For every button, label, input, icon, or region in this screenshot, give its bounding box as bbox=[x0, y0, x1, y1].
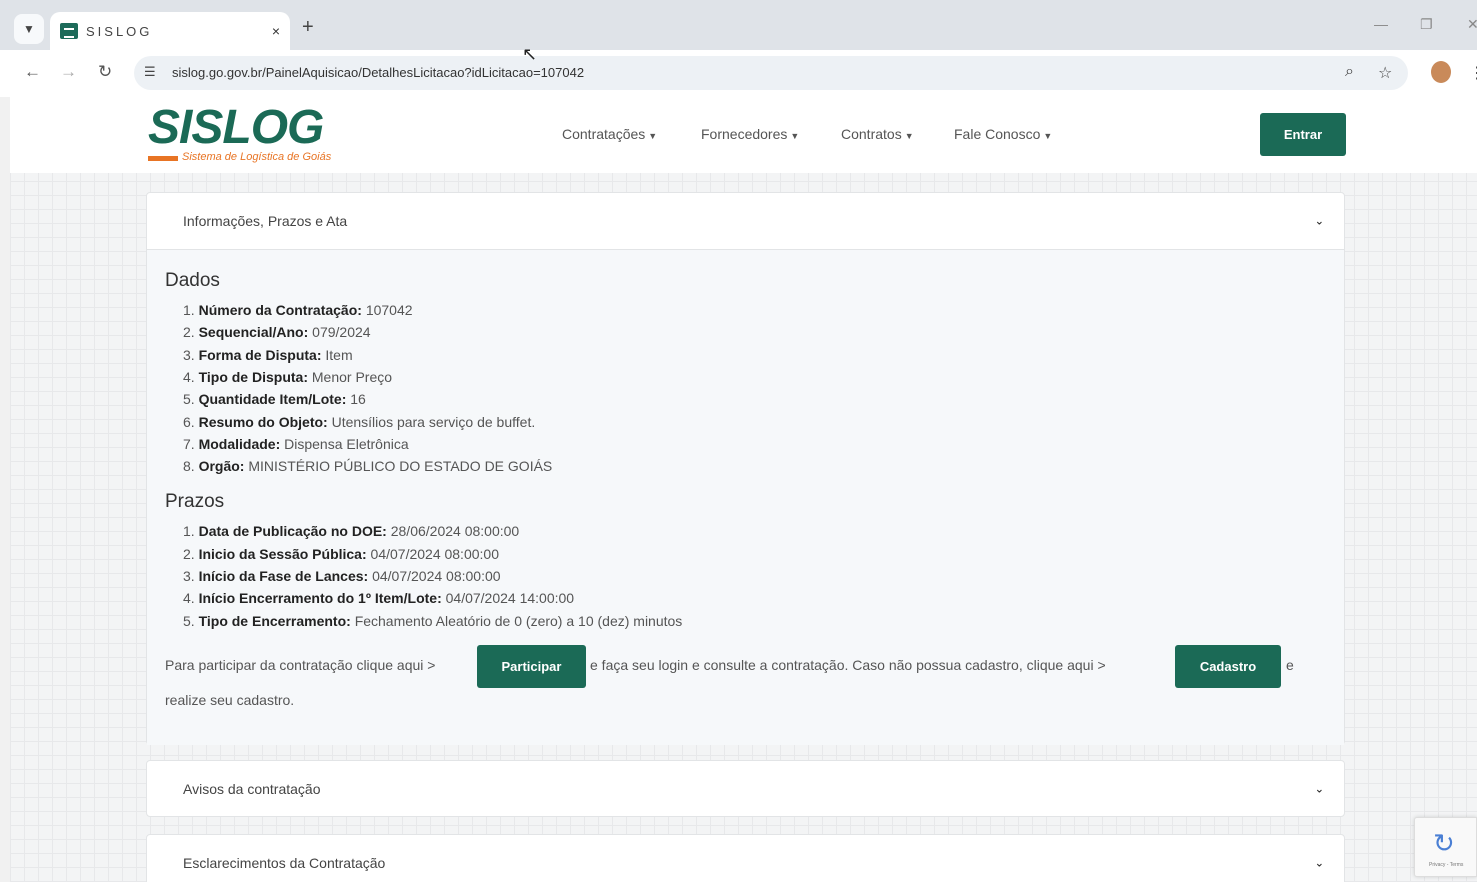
list-item: 2. Sequencial/Ano: 079/2024 bbox=[183, 324, 371, 340]
forward-icon[interactable]: → bbox=[60, 62, 77, 82]
cadastro-instruction: e faça seu login e consulte a contrataçã… bbox=[590, 657, 1106, 673]
restore-icon[interactable]: ❐ bbox=[1420, 16, 1433, 33]
chevron-down-icon[interactable]: ⌄ bbox=[1315, 215, 1324, 228]
caret-down-icon: ▼ bbox=[1043, 131, 1053, 141]
card-title: Avisos da contratação bbox=[183, 781, 321, 797]
new-tab-button[interactable]: + bbox=[302, 16, 314, 39]
nav-fornecedores[interactable]: Fornecedores ▼ bbox=[701, 126, 799, 142]
list-item: 3. Início da Fase de Lances: 04/07/2024 … bbox=[183, 568, 501, 584]
list-item: 1. Número da Contratação: 107042 bbox=[183, 302, 413, 318]
back-icon[interactable]: ← bbox=[24, 62, 41, 82]
tab-title: SISLOG bbox=[86, 23, 153, 39]
browser-tab[interactable]: SISLOG × bbox=[50, 12, 290, 50]
informacoes-card-header[interactable]: Informações, Prazos e Ata ⌄ bbox=[147, 193, 1344, 249]
list-item: 6. Resumo do Objeto: Utensílios para ser… bbox=[183, 414, 536, 430]
list-item: 5. Tipo de Encerramento: Fechamento Alea… bbox=[183, 613, 683, 629]
esclarecimentos-card-header[interactable]: Esclarecimentos da Contratação ⌄ bbox=[147, 835, 1344, 882]
list-item: 4. Tipo de Disputa: Menor Preço bbox=[183, 369, 393, 385]
list-item: 5. Quantidade Item/Lote: 16 bbox=[183, 391, 366, 407]
informacoes-card: Informações, Prazos e Ata ⌄ Dados 1. Núm… bbox=[146, 192, 1345, 745]
bookmark-star-icon[interactable]: ☆ bbox=[1378, 63, 1392, 83]
list-item: 4. Início Encerramento do 1º Item/Lote: … bbox=[183, 590, 575, 606]
chevron-down-icon[interactable]: ⌄ bbox=[1315, 857, 1324, 870]
recaptcha-icon: ↻ bbox=[1433, 828, 1455, 858]
browser-menu-icon[interactable]: ⋮ bbox=[1469, 63, 1477, 83]
tab-search-button[interactable]: ▼ bbox=[14, 14, 44, 44]
entrar-button[interactable]: Entrar bbox=[1260, 113, 1346, 156]
close-window-icon[interactable]: ✕ bbox=[1467, 16, 1477, 33]
list-item: 3. Forma de Disputa: Item bbox=[183, 347, 353, 363]
caret-down-icon: ▼ bbox=[648, 131, 658, 141]
site-settings-icon[interactable]: ☰ bbox=[144, 64, 156, 80]
recaptcha-badge[interactable]: ↻ Privacy - Terms bbox=[1414, 817, 1477, 877]
nav-contratos[interactable]: Contratos ▼ bbox=[841, 126, 914, 142]
url-text[interactable]: sislog.go.gov.br/PainelAquisicao/Detalhe… bbox=[172, 65, 584, 80]
participar-button[interactable]: Participar bbox=[477, 645, 586, 688]
reload-icon[interactable]: ↻ bbox=[98, 62, 112, 82]
list-item: 1. Data de Publicação no DOE: 28/06/2024… bbox=[183, 523, 520, 539]
prazos-title: Prazos bbox=[165, 491, 225, 512]
logo-subtitle: Sistema de Logística de Goiás bbox=[182, 151, 332, 163]
esclarecimentos-card[interactable]: Esclarecimentos da Contratação ⌄ bbox=[146, 834, 1345, 882]
sislog-favicon-icon bbox=[60, 23, 78, 39]
dados-title: Dados bbox=[165, 270, 220, 291]
cadastro-instruction-line2: realize seu cadastro. bbox=[165, 692, 295, 708]
participar-instruction: Para participar da contratação clique aq… bbox=[165, 657, 436, 673]
list-item: 2. Inicio da Sessão Pública: 04/07/2024 … bbox=[183, 546, 499, 562]
profile-avatar[interactable] bbox=[1431, 61, 1451, 83]
sislog-logo[interactable]: SISLOG Sistema de Logística de Goiás bbox=[148, 102, 348, 168]
close-tab-icon[interactable]: × bbox=[272, 23, 280, 39]
logo-accent-bar bbox=[148, 156, 178, 161]
avisos-card[interactable]: Avisos da contratação ⌄ bbox=[146, 760, 1345, 817]
logo-text: SISLOG bbox=[148, 101, 324, 154]
cadastro-instruction-end: e bbox=[1286, 657, 1294, 673]
avisos-card-header[interactable]: Avisos da contratação ⌄ bbox=[147, 761, 1344, 817]
list-item: 7. Modalidade: Dispensa Eletrônica bbox=[183, 436, 409, 452]
nav-contratacoes[interactable]: Contratações ▼ bbox=[562, 126, 657, 142]
zoom-icon[interactable]: ⌕ bbox=[1345, 63, 1354, 81]
chevron-down-icon[interactable]: ⌄ bbox=[1315, 783, 1324, 796]
chevron-down-icon: ▼ bbox=[23, 22, 35, 36]
caret-down-icon: ▼ bbox=[904, 131, 914, 141]
card-title: Informações, Prazos e Ata bbox=[183, 213, 348, 229]
minimize-icon[interactable]: — bbox=[1374, 16, 1388, 32]
recaptcha-footer[interactable]: Privacy - Terms bbox=[1429, 862, 1463, 868]
informacoes-card-body: Dados 1. Número da Contratação: 107042 2… bbox=[147, 249, 1344, 745]
list-item: 8. Orgão: MINISTÉRIO PÚBLICO DO ESTADO D… bbox=[183, 458, 553, 474]
card-title: Esclarecimentos da Contratação bbox=[183, 855, 386, 871]
mouse-cursor-icon: ↖ bbox=[522, 44, 538, 64]
nav-fale-conosco[interactable]: Fale Conosco ▼ bbox=[954, 126, 1052, 142]
cadastro-button[interactable]: Cadastro bbox=[1175, 645, 1281, 688]
caret-down-icon: ▼ bbox=[790, 131, 800, 141]
